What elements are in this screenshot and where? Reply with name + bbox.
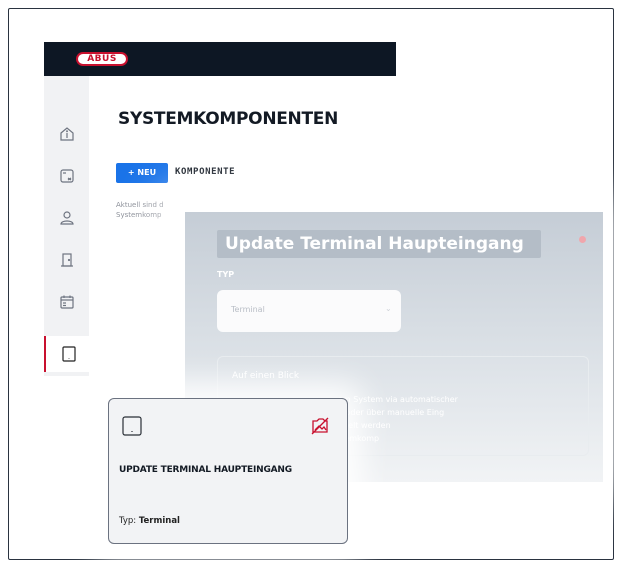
- sidebar-item-components[interactable]: [44, 336, 91, 372]
- info-text: em System via automatischer e oder über …: [338, 393, 568, 445]
- card-type-prefix: Typ:: [119, 516, 137, 526]
- sidebar-item-calendar[interactable]: [44, 284, 89, 320]
- new-component-button[interactable]: + NEU: [116, 163, 168, 183]
- chevron-down-icon: ⌄: [385, 304, 392, 313]
- user-icon: [59, 211, 74, 225]
- close-dot-icon[interactable]: [579, 236, 586, 243]
- door-icon: [60, 253, 73, 267]
- info-line: ttemkomp: [338, 434, 380, 443]
- modal-title: Update Terminal Haupteingang: [217, 230, 541, 258]
- sidebar-item-users[interactable]: [44, 200, 89, 236]
- top-bar: ABUS: [44, 42, 396, 76]
- info-line: em System via automatischer: [338, 395, 458, 404]
- calendar-icon: [59, 295, 74, 309]
- sidebar-item-doors[interactable]: [44, 242, 89, 278]
- component-card[interactable]: UPDATE TERMINAL HAUPTEINGANG Typ: Termin…: [108, 398, 348, 544]
- sidebar: [44, 76, 91, 376]
- type-select-value: Terminal: [231, 305, 265, 314]
- calculator-icon: [59, 169, 74, 183]
- info-header: Auf einen Blick: [232, 371, 300, 381]
- type-select[interactable]: Terminal ⌄: [217, 290, 401, 332]
- tablet-icon: [61, 346, 76, 362]
- no-image-icon[interactable]: [309, 415, 331, 441]
- new-component-label: KOMPONENTE: [175, 167, 236, 177]
- page-title: SYSTEMKOMPONENTEN: [118, 109, 339, 129]
- abus-logo[interactable]: ABUS: [76, 52, 128, 66]
- card-type: Typ: Terminal: [119, 516, 180, 526]
- card-title: UPDATE TERMINAL HAUPTEINGANG: [119, 465, 292, 475]
- card-type-value: Terminal: [138, 516, 180, 526]
- type-field-label: TYP: [217, 270, 235, 279]
- info-line: ppelt werden: [338, 421, 391, 430]
- info-line: e oder über manuelle Eing: [338, 408, 445, 417]
- sidebar-item-info[interactable]: [44, 116, 89, 152]
- sidebar-item-calculator[interactable]: [44, 158, 89, 194]
- info-icon: [59, 127, 74, 141]
- description-line: Aktuell sind d: [116, 201, 164, 209]
- tablet-icon: [121, 415, 143, 441]
